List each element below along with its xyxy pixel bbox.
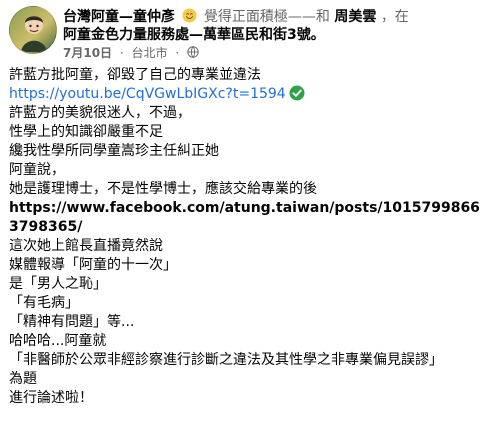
mention-name[interactable]: 周美雲 — [334, 9, 376, 25]
facebook-link[interactable]: https://www.facebook.com/atung.taiwan/po… — [9, 200, 480, 235]
smiling-emoji-icon — [182, 8, 197, 23]
post-card: 台灣阿童—童仲彥 覺得正面積極——和 周美雲 ，在 阿童金色力量服務處—萬華區民… — [0, 0, 489, 421]
location-line[interactable]: 阿童金色力量服務處—萬華區民和街3號。 — [63, 26, 483, 44]
body-line: 性學上的知識卻嚴重不足 — [9, 124, 163, 140]
location-name[interactable]: 阿童金色力量服務處—萬華區民和街3號。 — [63, 27, 325, 43]
meta-separator-2: · — [175, 46, 180, 60]
body-line-facebook: https://www.facebook.com/atung.taiwan/po… — [9, 199, 483, 237]
profile-photo-icon — [10, 7, 56, 53]
body-line: 她是護理博士，不是性學博士，應該交給專業的後 — [9, 181, 317, 197]
mention-after: ，在 — [380, 9, 409, 25]
post-body: 許藍方批阿童，卻毀了自己的專業並違法 https://youtu.be/CqVG… — [9, 66, 483, 408]
body-line: 「有毛病」 — [9, 295, 79, 311]
body-line: 為題 — [9, 371, 37, 387]
body-line-youtube: https://youtu.be/CqVGwLbIGXc?t=1594 — [9, 85, 483, 104]
post-meta: 7月10日 · 台北市 · — [63, 46, 199, 60]
post-header: 台灣阿童—童仲彥 覺得正面積極——和 周美雲 ，在 阿童金色力量服務處—萬華區民… — [9, 4, 479, 60]
author-name[interactable]: 台灣阿童—童仲彥 — [63, 9, 175, 25]
feeling-text: 覺得正面積極——和 — [203, 9, 330, 25]
body-line: 媒體報導「阿童的十一次」 — [9, 257, 177, 273]
checkmark-icon — [289, 85, 305, 101]
post-city: 台北市 — [131, 46, 168, 60]
globe-icon[interactable] — [187, 46, 199, 58]
body-line: 許藍方批阿童，卻毀了自己的專業並違法 — [9, 67, 261, 83]
body-line: 許藍方的美貌很迷人，不過， — [9, 105, 191, 121]
body-line: 是「男人之恥」 — [9, 276, 107, 292]
body-line: 這次她上館長直播竟然說 — [9, 238, 163, 254]
body-line: 「非醫師於公眾非經診察進行診斷之違法及其性學之非專業偏見誤謬」 — [9, 352, 443, 368]
meta-separator: · — [119, 46, 124, 60]
body-line: 進行論述啦！ — [9, 390, 93, 406]
author-line: 台灣阿童—童仲彥 覺得正面積極——和 周美雲 ，在 — [63, 8, 483, 26]
post-date[interactable]: 7月10日 — [63, 46, 112, 60]
author-avatar[interactable] — [9, 6, 57, 54]
body-line: 纔我性學所同學童嵩珍主任糾正她 — [9, 143, 219, 159]
body-line: 「精神有問題」等... — [9, 314, 135, 330]
youtube-link[interactable]: https://youtu.be/CqVGwLbIGXc?t=1594 — [9, 86, 286, 102]
body-line: 阿童說， — [9, 162, 65, 178]
body-line: 哈哈哈...阿童就 — [9, 333, 107, 349]
